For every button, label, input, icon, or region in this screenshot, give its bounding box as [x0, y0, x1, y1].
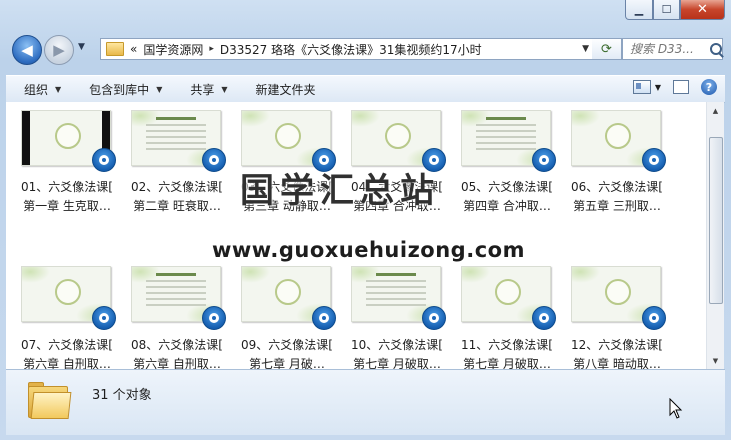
file-name: 06、六爻像法课[ 第五章 三刑取…	[562, 178, 672, 216]
change-view-icon[interactable]	[632, 80, 651, 94]
video-player-icon	[642, 306, 666, 330]
item-count: 31 个对象	[92, 388, 152, 403]
video-player-icon	[312, 306, 336, 330]
file-item[interactable]: 06、六爻像法课[ 第五章 三刑取…	[562, 108, 672, 266]
forward-button[interactable]: ▶	[44, 35, 74, 65]
command-bar: 组织 ▼ 包含到库中 ▼ 共享 ▼ 新建文件夹 ▼ ?	[6, 75, 725, 103]
file-name-line: 08、六爻像法课[	[131, 338, 223, 352]
address-dropdown-icon[interactable]: ▼	[582, 44, 589, 54]
organize-menu[interactable]: 组织 ▼	[14, 81, 71, 98]
file-name-line: 07、六爻像法课[	[21, 338, 113, 352]
minimize-button[interactable]: ▁	[625, 0, 653, 20]
file-name: 11、六爻像法课[ 第七章 月破取…	[452, 336, 562, 369]
scroll-up-icon[interactable]: ▲	[707, 102, 724, 119]
file-name-line: 第七章 月破取…	[353, 357, 441, 369]
file-name-line: 第七章 月破…	[249, 357, 325, 369]
breadcrumb-separator-icon[interactable]: ▸	[209, 44, 214, 54]
navigation-bar: ◀ ▶ ▼ « 国学资源网 ▸ D33527 珞珞《六爻像法课》31集视频约17…	[8, 34, 723, 65]
preview-pane-icon[interactable]	[673, 80, 689, 94]
file-name-line: 09、六爻像法课[	[241, 338, 333, 352]
video-player-icon	[92, 306, 116, 330]
explorer-window: ▁ ☐ ✕ ◀ ▶ ▼ « 国学资源网 ▸ D33527 珞珞《六爻像法课》31…	[0, 0, 731, 440]
address-bar[interactable]: « 国学资源网 ▸ D33527 珞珞《六爻像法课》31集视频约17小时 ▼	[100, 38, 594, 60]
video-player-icon	[642, 148, 666, 172]
dropdown-arrow-icon: ▼	[55, 84, 62, 94]
new-folder-button[interactable]: 新建文件夹	[246, 81, 326, 98]
view-options-dropdown-icon[interactable]: ▼	[655, 83, 661, 92]
file-name: 02、六爻像法课[ 第二章 旺衰取…	[122, 178, 232, 216]
include-in-library-label: 包含到库中	[89, 82, 150, 97]
file-list-pane: 01、六爻像法课[第一章 生克取… 02、六爻像法课[第二章 旺衰取… 03、六爻像…	[6, 102, 706, 369]
file-name-line: 第一章 生克取…	[23, 199, 111, 213]
recent-pages-dropdown[interactable]: ▼	[78, 42, 85, 52]
watermark-url: www.guoxuehuizong.com	[212, 238, 525, 262]
caption-buttons: ▁ ☐ ✕	[625, 0, 725, 20]
file-name: 10、六爻像法课[ 第七章 月破取…	[342, 336, 452, 369]
share-menu[interactable]: 共享 ▼	[180, 81, 237, 98]
details-pane: 31 个对象	[6, 369, 725, 435]
view-controls: ▼ ?	[632, 79, 717, 95]
file-name-line: 第七章 月破取…	[463, 357, 551, 369]
file-name-line: 10、六爻像法课[	[351, 338, 443, 352]
file-name: 01、六爻像法课[ 第一章 生克取…	[12, 178, 122, 216]
video-player-icon	[532, 148, 556, 172]
organize-label: 组织	[24, 82, 49, 97]
folder-icon	[28, 380, 72, 419]
file-name-line: 第二章 旺衰取…	[133, 199, 221, 213]
file-item[interactable]: 09、六爻像法课[ 第七章 月破…	[232, 266, 342, 369]
breadcrumb-item-current[interactable]: D33527 珞珞《六爻像法课》31集视频约17小时	[220, 41, 482, 58]
file-name-line: 第五章 三刑取…	[573, 199, 661, 213]
search-box[interactable]	[622, 38, 723, 60]
include-in-library-menu[interactable]: 包含到库中 ▼	[79, 81, 172, 98]
video-player-icon	[92, 148, 116, 172]
new-folder-label: 新建文件夹	[255, 82, 316, 97]
file-name-line: 11、六爻像法课[	[461, 338, 553, 352]
video-player-icon	[422, 306, 446, 330]
back-button[interactable]: ◀	[12, 35, 42, 65]
file-name-line: 第六章 自刑取…	[133, 357, 221, 369]
close-button[interactable]: ✕	[680, 0, 725, 20]
file-name-line: 02、六爻像法课[	[131, 180, 223, 194]
address-overflow-chevron[interactable]: «	[130, 42, 137, 56]
file-name-line: 05、六爻像法课[	[461, 180, 553, 194]
help-icon[interactable]: ?	[701, 79, 717, 95]
file-name-line: 第六章 自刑取…	[23, 357, 111, 369]
file-name-line: 第八章 暗动取…	[573, 357, 661, 369]
vertical-scrollbar[interactable]: ▲ ▼	[706, 102, 724, 369]
file-item[interactable]: 10、六爻像法课[ 第七章 月破取…	[342, 266, 452, 369]
search-input[interactable]	[628, 41, 710, 57]
dropdown-arrow-icon: ▼	[221, 84, 228, 94]
file-name-line: 01、六爻像法课[	[21, 180, 113, 194]
file-name-line: 12、六爻像法课[	[571, 338, 663, 352]
refresh-button[interactable]: ⟳	[592, 38, 622, 60]
file-name: 07、六爻像法课[ 第六章 自刑取…	[12, 336, 122, 369]
file-name: 09、六爻像法课[ 第七章 月破…	[232, 336, 342, 369]
file-item[interactable]: 08、六爻像法课[ 第六章 自刑取…	[122, 266, 232, 369]
file-item[interactable]: 11、六爻像法课[ 第七章 月破取…	[452, 266, 562, 369]
video-player-icon	[202, 148, 226, 172]
file-item[interactable]: 01、六爻像法课[ 第一章 生克取…	[12, 108, 122, 266]
scroll-down-icon[interactable]: ▼	[707, 352, 724, 369]
search-icon[interactable]	[710, 43, 722, 55]
file-item[interactable]: 07、六爻像法课[ 第六章 自刑取…	[12, 266, 122, 369]
watermark-title: 国学汇总站	[240, 171, 440, 211]
maximize-button[interactable]: ☐	[653, 0, 680, 20]
breadcrumb-item[interactable]: 国学资源网	[143, 41, 203, 58]
file-item[interactable]: 12、六爻像法课[ 第八章 暗动取…	[562, 266, 672, 369]
file-name: 05、六爻像法课[ 第四章 合冲取…	[452, 178, 562, 216]
file-name-line: 06、六爻像法课[	[571, 180, 663, 194]
dropdown-arrow-icon: ▼	[156, 84, 163, 94]
scrollbar-thumb[interactable]	[709, 137, 723, 304]
mouse-cursor-icon	[669, 398, 683, 419]
folder-icon	[106, 42, 124, 56]
share-label: 共享	[190, 82, 215, 97]
file-name-line: 第四章 合冲取…	[463, 199, 551, 213]
video-player-icon	[532, 306, 556, 330]
file-name: 08、六爻像法课[ 第六章 自刑取…	[122, 336, 232, 369]
video-player-icon	[202, 306, 226, 330]
file-name: 12、六爻像法课[ 第八章 暗动取…	[562, 336, 672, 369]
